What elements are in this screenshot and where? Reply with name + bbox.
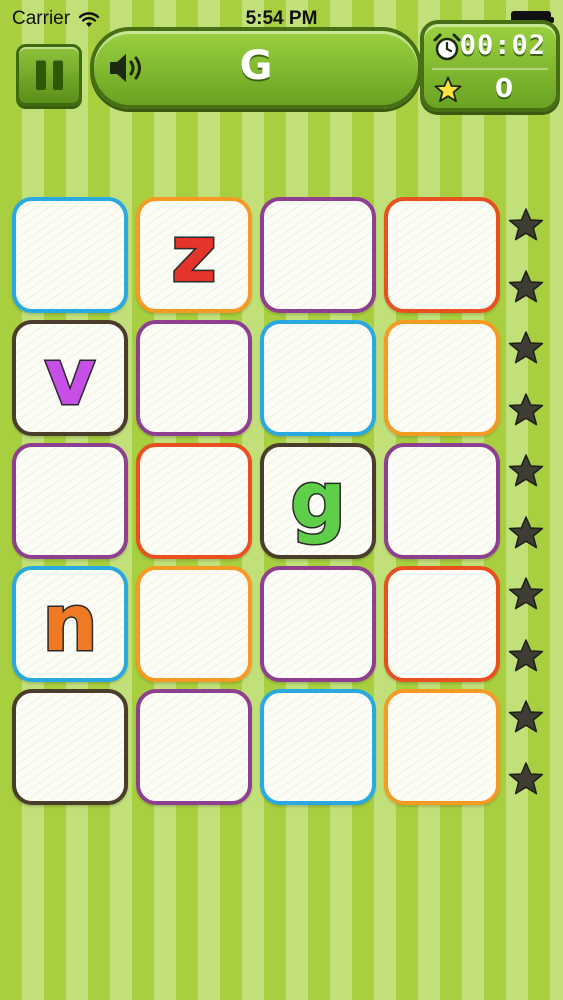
progress-star-icon [508, 761, 544, 794]
target-letter: G [239, 43, 273, 89]
memory-card[interactable] [136, 320, 252, 436]
progress-star-icon [508, 577, 544, 610]
card-letter: n [41, 579, 100, 669]
memory-card[interactable] [384, 320, 500, 436]
progress-stars [508, 207, 548, 807]
memory-card[interactable]: v [12, 320, 128, 436]
alarm-clock-icon [433, 33, 461, 61]
pause-icon-bar-left [35, 60, 46, 90]
memory-card[interactable] [12, 443, 128, 559]
memory-card[interactable] [136, 443, 252, 559]
memory-card[interactable] [12, 689, 128, 805]
card-letter: z [170, 210, 218, 300]
progress-star-icon [508, 638, 544, 671]
star-icon [434, 76, 462, 103]
score-display: 0 [494, 74, 514, 104]
memory-card[interactable] [384, 197, 500, 313]
pause-icon-bar-right [52, 60, 63, 90]
card-grid: zv g n [12, 197, 502, 807]
memory-card[interactable] [12, 197, 128, 313]
memory-card[interactable] [260, 566, 376, 682]
memory-card[interactable] [136, 566, 252, 682]
progress-star-icon [508, 269, 544, 302]
progress-star-icon [508, 392, 544, 425]
progress-star-icon [508, 331, 544, 364]
target-letter-panel: G [90, 27, 422, 109]
memory-card[interactable]: g [260, 443, 376, 559]
pause-button[interactable] [16, 44, 82, 106]
memory-card[interactable]: n [12, 566, 128, 682]
memory-card[interactable] [136, 689, 252, 805]
progress-star-icon [508, 700, 544, 733]
carrier-label: Carrier [12, 8, 71, 29]
memory-card[interactable] [260, 689, 376, 805]
memory-card[interactable] [384, 443, 500, 559]
timer-display: 00:02 [459, 30, 546, 61]
status-left: Carrier [12, 8, 100, 30]
memory-card[interactable] [384, 566, 500, 682]
memory-card[interactable] [260, 197, 376, 313]
memory-card[interactable] [260, 320, 376, 436]
stats-divider [432, 68, 548, 70]
wifi-icon [78, 12, 100, 27]
memory-card[interactable]: z [136, 197, 252, 313]
progress-star-icon [508, 515, 544, 548]
progress-star-icon [508, 208, 544, 241]
stats-panel: 00:02 0 [420, 20, 560, 112]
card-letter: v [43, 333, 97, 423]
card-letter: g [289, 456, 348, 546]
memory-card[interactable] [384, 689, 500, 805]
progress-star-icon [508, 454, 544, 487]
